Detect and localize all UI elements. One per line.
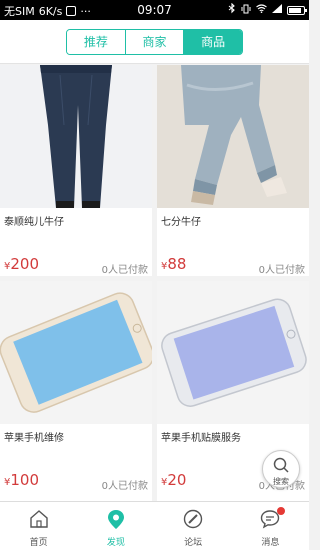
product-card[interactable]: 苹果手机维修 ¥100 0人已付款: [0, 281, 152, 501]
tab-recommend[interactable]: 推荐: [67, 30, 126, 54]
search-icon: [273, 457, 289, 473]
discover-icon: [107, 510, 124, 529]
tab-messages[interactable]: 消息: [232, 502, 309, 550]
battery-icon: [287, 5, 307, 15]
price-value: 88: [167, 255, 187, 273]
status-right: [228, 2, 307, 17]
product-image-jeans: [0, 65, 152, 208]
signal-icon: [272, 4, 282, 16]
product-price: ¥200: [4, 255, 39, 273]
tab-merchants[interactable]: 商家: [125, 30, 185, 54]
tab-forum[interactable]: 论坛: [155, 502, 232, 550]
forum-icon: [183, 509, 203, 529]
product-grid: 泰顺纯儿牛仔 ¥200 0人已付款 七分牛仔 ¥88 0人已付款 苹果手机维修 …: [0, 65, 309, 501]
search-label: 搜索: [273, 477, 289, 486]
tab-discover[interactable]: 发现: [77, 502, 154, 550]
product-title: 泰顺纯儿牛仔: [4, 217, 64, 228]
product-image-iphone-gold: [0, 281, 152, 424]
bottom-tab-bar: 首页 发现 论坛 消息: [0, 501, 309, 550]
product-title: 苹果手机贴膜服务: [161, 433, 241, 444]
product-card[interactable]: 泰顺纯儿牛仔 ¥200 0人已付款: [0, 65, 152, 276]
vibrate-icon: [241, 4, 251, 17]
unread-badge: [276, 507, 285, 515]
wifi-icon: [256, 4, 267, 16]
product-title: 七分牛仔: [161, 217, 201, 228]
price-value: 200: [10, 255, 40, 273]
tab-label: 发现: [106, 538, 125, 548]
price-value: 20: [167, 471, 187, 489]
home-icon: [29, 510, 48, 528]
price-value: 100: [10, 471, 40, 489]
top-bar: 推荐 商家 商品: [0, 20, 309, 64]
bluetooth-icon: [228, 2, 236, 17]
tab-products[interactable]: 商品: [184, 30, 242, 54]
tab-label: 论坛: [184, 538, 203, 548]
tab-label: 消息: [261, 538, 280, 548]
product-image-iphone-silver: [157, 281, 309, 424]
segmented-control: 推荐 商家 商品: [66, 29, 243, 55]
product-image-cropped-jeans: [157, 65, 309, 208]
status-bar: 无SIM 6K/s ··· 09:07: [0, 0, 309, 20]
tab-label: 首页: [29, 538, 48, 548]
sold-count: 0人已付款: [101, 481, 148, 492]
sold-count: 0人已付款: [101, 265, 148, 276]
tab-home[interactable]: 首页: [0, 502, 77, 550]
product-title: 苹果手机维修: [4, 433, 64, 444]
search-button[interactable]: 搜索: [262, 450, 300, 488]
sold-count: 0人已付款: [258, 265, 305, 276]
product-price: ¥100: [4, 471, 39, 489]
product-price: ¥88: [161, 255, 186, 273]
product-card[interactable]: 七分牛仔 ¥88 0人已付款: [157, 65, 309, 276]
product-price: ¥20: [161, 471, 186, 489]
